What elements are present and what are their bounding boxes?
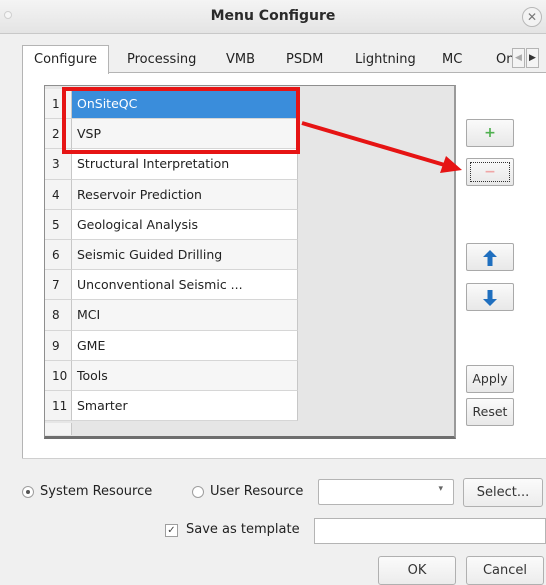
arrow-down-icon bbox=[483, 290, 497, 306]
move-down-button[interactable] bbox=[466, 283, 514, 311]
save-as-template-checkbox[interactable]: ✓ bbox=[165, 524, 178, 537]
template-name-input[interactable] bbox=[314, 518, 546, 544]
reset-button[interactable]: Reset bbox=[466, 398, 514, 426]
user-resource-label: User Resource bbox=[210, 484, 304, 499]
remove-button[interactable]: − bbox=[466, 158, 514, 186]
tab-configure[interactable]: Configure bbox=[22, 45, 110, 74]
minus-icon: − bbox=[484, 164, 496, 180]
plus-icon: + bbox=[484, 125, 496, 141]
cancel-button[interactable]: Cancel bbox=[466, 556, 544, 585]
move-up-button[interactable] bbox=[466, 243, 514, 271]
system-resource-label: System Resource bbox=[40, 484, 153, 499]
user-resource-radio[interactable] bbox=[192, 486, 204, 498]
chevron-down-icon: ▾ bbox=[438, 484, 443, 494]
resource-select[interactable]: ▾ bbox=[318, 479, 454, 505]
select-button[interactable]: Select... bbox=[463, 478, 543, 507]
system-resource-radio[interactable] bbox=[22, 486, 34, 498]
ok-button[interactable]: OK bbox=[378, 556, 456, 585]
save-as-template-label: Save as template bbox=[186, 522, 300, 537]
divider bbox=[22, 458, 546, 459]
apply-button[interactable]: Apply bbox=[466, 365, 514, 393]
add-button[interactable]: + bbox=[466, 119, 514, 147]
arrow-up-icon bbox=[483, 250, 497, 266]
